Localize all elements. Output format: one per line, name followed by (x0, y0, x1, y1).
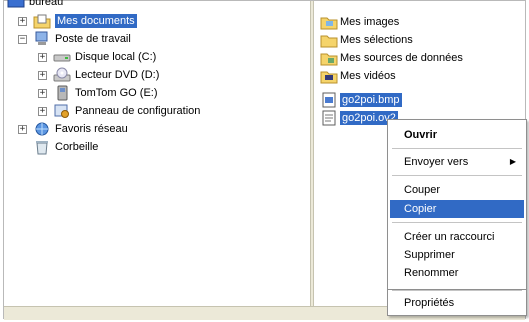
menu-item-envoyer-vers[interactable]: Envoyer vers ▶ (390, 153, 524, 171)
tree-item-mes-documents[interactable]: + Mes documents (18, 12, 137, 30)
file-item-label: go2poi.bmp (340, 93, 402, 107)
submenu-arrow-icon: ▶ (509, 157, 516, 166)
bitmap-file-icon (322, 92, 336, 108)
expand-icon[interactable]: + (38, 52, 47, 62)
collapse-icon[interactable]: − (18, 34, 27, 44)
ov2-file-icon (322, 110, 336, 126)
tree-item-label: TomTom GO (E:) (75, 87, 158, 99)
tree-item-label: bureau (29, 0, 64, 8)
expand-icon[interactable]: + (38, 106, 47, 116)
file-item-label: Mes sources de données (340, 52, 463, 64)
file-item-label: Mes sélections (340, 34, 413, 46)
file-item[interactable]: Mes sources de données (320, 49, 463, 67)
tree-item-label: Lecteur DVD (D:) (75, 69, 160, 81)
tree-item-label: Panneau de configuration (75, 105, 201, 117)
file-item-selected[interactable]: go2poi.bmp (320, 91, 402, 109)
tree-item-disque-local[interactable]: + Disque local (C:) (38, 48, 156, 66)
tree-item-label: Disque local (C:) (75, 51, 157, 63)
expand-icon[interactable]: + (38, 70, 47, 80)
hard-drive-icon (53, 54, 71, 62)
tree-item-label: Favoris réseau (55, 123, 128, 135)
menu-separator (392, 148, 522, 149)
data-sources-icon (320, 53, 338, 66)
menu-item-ouvrir[interactable]: Ouvrir (390, 126, 524, 144)
tree-item-label: Poste de travail (55, 33, 131, 45)
expand-icon[interactable]: + (18, 16, 27, 26)
tree-item-panneau-de-configuration[interactable]: + Panneau de configuration (38, 102, 200, 120)
tree-item-label: Corbeille (55, 141, 99, 153)
tree-item-favoris-reseau[interactable]: + Favoris réseau (18, 120, 128, 138)
file-item-label: Mes images (340, 16, 400, 28)
menu-separator (392, 290, 522, 291)
menu-item-label: Envoyer vers (404, 156, 469, 168)
folder-icon (320, 35, 338, 48)
menu-separator (392, 175, 522, 176)
dvd-drive-icon (53, 67, 71, 82)
menu-item-renommer[interactable]: Renommer (390, 264, 524, 282)
menu-item-proprietes[interactable]: Propriétés (390, 294, 524, 312)
menu-item-couper[interactable]: Couper (390, 181, 524, 199)
folder-documents-icon (33, 14, 51, 29)
folder-images-icon (320, 17, 338, 30)
context-menu-footer: Propriétés (387, 290, 527, 316)
expand-icon[interactable]: + (18, 124, 27, 134)
pane-splitter[interactable] (310, 1, 314, 306)
file-item[interactable]: Mes images (320, 13, 399, 31)
desktop-icon (7, 0, 25, 8)
tree-item-tomtom-go[interactable]: + TomTom GO (E:) (38, 84, 158, 102)
control-panel-icon (54, 104, 69, 118)
file-item-label: Mes vidéos (340, 70, 396, 82)
menu-item-supprimer[interactable]: Supprimer (390, 246, 524, 264)
menu-separator (392, 222, 522, 223)
removable-drive-icon (57, 85, 68, 101)
tree-item-corbeille[interactable]: Corbeille (33, 138, 98, 156)
tree-item-lecteur-dvd[interactable]: + Lecteur DVD (D:) (38, 66, 159, 84)
computer-icon (35, 31, 48, 45)
tree-item-label: Mes documents (55, 14, 137, 28)
menu-item-creer-un-raccourci[interactable]: Créer un raccourci (390, 228, 524, 246)
context-menu: Ouvrir Envoyer vers ▶ Couper Copier Crée… (387, 119, 527, 290)
network-icon (35, 122, 49, 136)
tree-item-poste-de-travail[interactable]: − Poste de travail (18, 30, 131, 48)
file-item[interactable]: Mes sélections (320, 31, 413, 49)
folder-videos-icon (320, 71, 338, 84)
recycle-bin-icon (36, 141, 48, 155)
file-item[interactable]: Mes vidéos (320, 67, 396, 85)
menu-item-copier[interactable]: Copier (390, 200, 524, 218)
expand-icon[interactable]: + (38, 88, 47, 98)
tree-item-bureau[interactable]: bureau (7, 0, 63, 11)
